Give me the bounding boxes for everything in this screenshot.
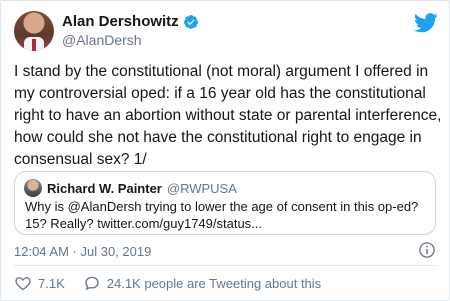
heart-icon[interactable] xyxy=(14,274,32,292)
quoted-tweet[interactable]: Richard W. Painter @RWPUSA Why is @AlanD… xyxy=(14,171,436,235)
author-name-row: Alan Dershowitz xyxy=(62,13,199,30)
quoted-author-name: Richard W. Painter xyxy=(47,180,162,196)
quoted-avatar xyxy=(24,179,42,197)
tweet-card: Alan Dershowitz @AlanDersh I stand by th… xyxy=(0,0,450,301)
divider xyxy=(14,265,436,266)
quoted-tweet-header: Richard W. Painter @RWPUSA xyxy=(24,179,237,197)
avatar[interactable] xyxy=(14,11,54,51)
author-name[interactable]: Alan Dershowitz xyxy=(62,13,179,30)
info-icon[interactable] xyxy=(418,241,436,259)
twitter-bird-icon[interactable] xyxy=(414,13,438,33)
reply-bubble-icon[interactable] xyxy=(83,274,101,292)
tweet-actions: 7.1K 24.1K people are Tweeting about thi… xyxy=(14,274,321,292)
tweeting-about-link[interactable]: 24.1K people are Tweeting about this xyxy=(107,276,321,291)
tweet-header: Alan Dershowitz @AlanDersh xyxy=(14,11,438,51)
author-block: Alan Dershowitz @AlanDersh xyxy=(62,13,199,48)
verified-icon xyxy=(183,14,198,29)
quoted-tweet-text: Why is @AlanDersh trying to lower the ag… xyxy=(25,199,419,231)
quoted-author-handle: @RWPUSA xyxy=(166,180,237,196)
tweet-timestamp[interactable]: 12:04 AM · Jul 30, 2019 xyxy=(14,244,151,259)
author-handle[interactable]: @AlanDersh xyxy=(62,32,199,48)
like-count[interactable]: 7.1K xyxy=(38,276,65,291)
tweet-text: I stand by the constitutional (not moral… xyxy=(14,63,446,168)
avatar-tie xyxy=(32,39,36,51)
